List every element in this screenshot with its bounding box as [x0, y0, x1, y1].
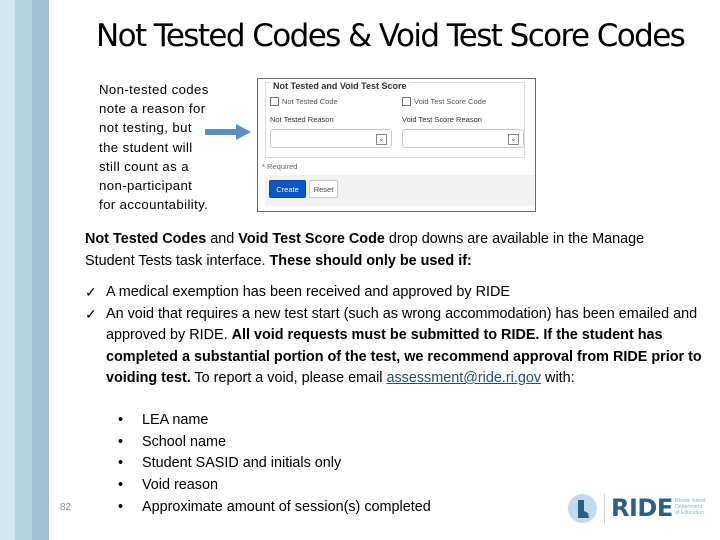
list-item-text: Approximate amount of session(s) complet… [142, 498, 431, 515]
not-tested-code-checkbox[interactable]: Not Tested Code [270, 97, 338, 106]
side-note-line: Non-tested codes [99, 82, 209, 97]
bullet-icon: • [118, 498, 124, 515]
form-screenshot: Not Tested and Void Test Score Not Teste… [257, 78, 536, 212]
chevron-down-icon: ⌄ [376, 134, 387, 145]
list-item-text: Student SASID and initials only [142, 455, 342, 472]
ride-logo: RIDE Rhode Island Department of Educatio… [568, 492, 718, 526]
checkmark-icon: ✓ [85, 305, 97, 322]
bullet-icon: • [118, 455, 124, 472]
condition-text: To report a void, please email [190, 370, 387, 386]
void-reason-select[interactable]: ⌄ [402, 129, 524, 148]
condition-item: ✓ A medical exemption has been received … [85, 282, 715, 304]
condition-text: with: [541, 370, 575, 386]
side-note-line: non-participant [99, 178, 193, 194]
page-number: 82 [60, 502, 72, 513]
bullet-icon: • [118, 433, 124, 450]
not-tested-reason-label: Not Tested Reason [270, 115, 334, 124]
list-item: • Student SASID and initials only [118, 453, 431, 475]
condition-text: A medical exemption has been received an… [106, 284, 510, 300]
not-tested-void-fieldset: Not Tested and Void Test Score Not Teste… [265, 81, 525, 158]
decor-stripe-medium [15, 0, 32, 540]
list-item: • School name [118, 432, 431, 454]
bullet-icon: • [118, 412, 124, 428]
not-tested-reason-select[interactable]: ⌄ [270, 129, 392, 148]
side-note: Non-tested codes note a reason for not t… [99, 80, 249, 214]
right-arrow-icon [205, 124, 251, 140]
logo-subtitle-line: of Education [675, 510, 704, 517]
chevron-down-icon: ⌄ [508, 134, 519, 145]
void-reason-label: Void Test Score Reason [402, 115, 482, 124]
list-item: • Void reason [118, 475, 431, 497]
side-note-line: the student will [99, 139, 193, 155]
intro-bold: These should only be used if: [269, 252, 472, 269]
list-item-text: LEA name [142, 412, 209, 428]
logo-wordmark: RIDE [611, 494, 673, 522]
list-item-text: School name [142, 433, 226, 450]
checkbox-label: Void Test Score Code [414, 97, 486, 106]
void-test-score-code-checkbox[interactable]: Void Test Score Code [402, 97, 486, 106]
create-button[interactable]: Create [269, 180, 306, 198]
list-item: • Approximate amount of session(s) comple… [118, 497, 431, 519]
form-actions: Create Reset [265, 175, 535, 206]
intro-bold: Not Tested Codes [85, 231, 207, 247]
required-note: * Required [262, 162, 298, 171]
bullet-icon: • [118, 477, 124, 494]
fieldset-legend: Not Tested and Void Test Score [271, 81, 409, 91]
side-note-line: still count as a [99, 158, 189, 174]
checkbox-label: Not Tested Code [282, 97, 338, 106]
list-item-text: Void reason [142, 477, 219, 494]
logo-divider [604, 494, 605, 524]
logo-subtitle: Rhode Island Department of Education [675, 498, 715, 517]
rhode-island-seal-icon [568, 494, 597, 523]
checkmark-icon: ✓ [85, 284, 97, 300]
side-note-line: note a reason for [99, 101, 206, 117]
decor-stripe-light [0, 0, 15, 540]
checkbox-icon [402, 97, 411, 106]
intro-bold: Void Test Score Code [238, 231, 385, 247]
intro-paragraph: Not Tested Codes and Void Test Score Cod… [85, 229, 685, 272]
reset-button[interactable]: Reset [309, 180, 338, 198]
intro-text: and [206, 231, 239, 247]
side-note-line: for accountability. [99, 197, 209, 213]
condition-list: ✓ A medical exemption has been received … [85, 282, 715, 390]
checkbox-icon [270, 97, 279, 106]
list-item: • LEA name [118, 410, 431, 432]
decor-stripe-dark [32, 0, 49, 540]
email-link[interactable]: assessment@ride.ri.gov [386, 370, 541, 386]
condition-item: ✓ An void that requires a new test start… [85, 304, 715, 390]
void-info-list: • LEA name • School name • Student SASID an… [118, 410, 431, 519]
slide-title: Not Tested Codes & Void Test Score Codes [96, 18, 686, 54]
